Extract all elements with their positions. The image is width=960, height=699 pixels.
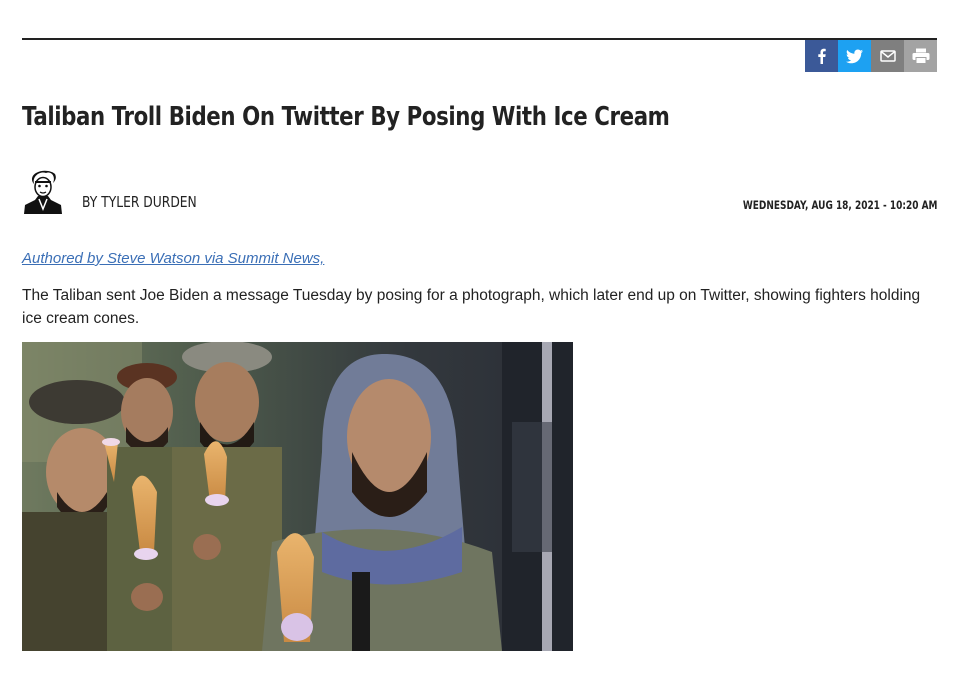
authored-by-link[interactable]: Authored by Steve Watson via Summit News… <box>22 250 324 267</box>
share-bar <box>805 40 937 72</box>
print-button[interactable] <box>904 40 937 72</box>
article-title: Taliban Troll Biden On Twitter By Posing… <box>22 102 670 132</box>
facebook-share-button[interactable] <box>805 40 838 72</box>
twitter-icon <box>846 48 863 63</box>
article-lede: The Taliban sent Joe Biden a message Tue… <box>22 287 921 327</box>
print-icon <box>912 48 929 64</box>
article-photo <box>22 342 573 651</box>
header-rule <box>22 38 937 40</box>
twitter-share-button[interactable] <box>838 40 871 72</box>
facebook-icon <box>817 48 826 64</box>
author-avatar[interactable] <box>22 170 64 214</box>
email-share-button[interactable] <box>871 40 904 72</box>
email-icon <box>879 50 896 62</box>
author-byline[interactable]: BY TYLER DURDEN <box>82 193 197 211</box>
publish-date: WEDNESDAY, AUG 18, 2021 - 10:20 AM <box>742 198 937 212</box>
